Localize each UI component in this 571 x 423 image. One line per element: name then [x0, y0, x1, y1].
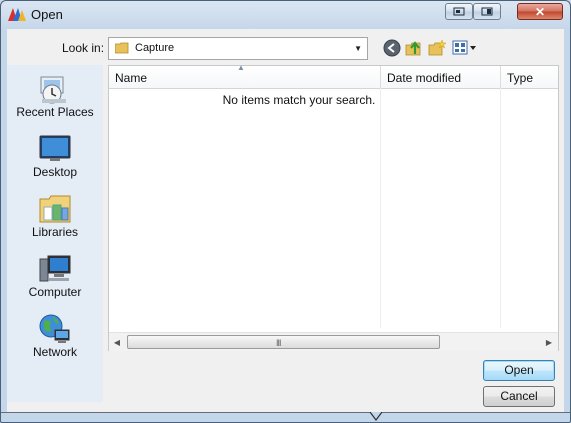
recent-places-icon: [40, 76, 66, 104]
place-computer[interactable]: Computer: [7, 249, 103, 309]
network-icon: [39, 314, 70, 343]
place-network[interactable]: Network: [7, 309, 103, 369]
minimize-icon: [446, 4, 472, 19]
empty-message: No items match your search.: [222, 93, 376, 107]
place-label-recent-places: Recent Places: [16, 105, 94, 119]
place-label-network: Network: [32, 345, 77, 359]
libraries-icon: [39, 195, 71, 223]
place-label-computer: Computer: [28, 285, 82, 299]
file-list[interactable]: ▲ Name Date modified Type No items match…: [108, 63, 559, 351]
back-icon[interactable]: [383, 39, 401, 57]
place-desktop[interactable]: Desktop: [7, 129, 103, 189]
close-button[interactable]: ✕: [517, 3, 563, 20]
open-dialog: Open ✕ Look in: Capture ▼ Recent Places …: [0, 0, 571, 423]
cancel-button[interactable]: Cancel: [483, 386, 555, 407]
restore-icon: [474, 4, 500, 19]
window-bottom-edge: [1, 412, 570, 421]
place-label-libraries: Libraries: [31, 225, 79, 239]
look-in-value: Capture: [135, 42, 175, 54]
column-date-modified[interactable]: Date modified: [381, 66, 501, 88]
close-icon: ✕: [534, 4, 546, 19]
column-type[interactable]: Type: [501, 66, 558, 88]
new-folder-icon[interactable]: [428, 39, 446, 57]
dialog-body: Look in: Capture ▼ Recent Places Desktop…: [7, 29, 564, 412]
up-folder-icon[interactable]: [405, 39, 423, 57]
column-header-row: ▲ Name Date modified Type: [109, 63, 558, 89]
desktop-icon: [39, 135, 71, 161]
column-divider: [380, 88, 381, 328]
open-button[interactable]: Open: [483, 360, 555, 381]
folder-icon: [115, 42, 129, 54]
title-bar[interactable]: Open ✕: [1, 1, 570, 29]
window-title: Open: [31, 7, 63, 22]
views-menu-icon[interactable]: [452, 39, 478, 57]
scroll-left-icon[interactable]: ◀: [109, 333, 125, 351]
place-recent-places[interactable]: Recent Places: [7, 69, 103, 129]
place-label-desktop: Desktop: [32, 165, 78, 179]
restore-button[interactable]: [473, 3, 501, 20]
chevron-down-icon[interactable]: ▼: [354, 44, 362, 53]
scroll-right-icon[interactable]: ▶: [541, 333, 557, 351]
places-bar: Recent Places Desktop Libraries Computer…: [7, 65, 103, 402]
column-divider: [500, 88, 501, 328]
app-logo-icon: [8, 8, 26, 21]
scroll-grip-icon: III: [276, 338, 281, 348]
look-in-combobox[interactable]: Capture ▼: [108, 37, 368, 60]
look-in-label: Look in:: [62, 41, 105, 55]
column-name[interactable]: Name: [109, 66, 381, 88]
scroll-thumb[interactable]: III: [127, 335, 440, 349]
minimize-button[interactable]: [445, 3, 473, 20]
place-libraries[interactable]: Libraries: [7, 189, 103, 249]
horizontal-scrollbar[interactable]: ◀ III ▶: [109, 332, 558, 351]
computer-icon: [39, 255, 71, 282]
